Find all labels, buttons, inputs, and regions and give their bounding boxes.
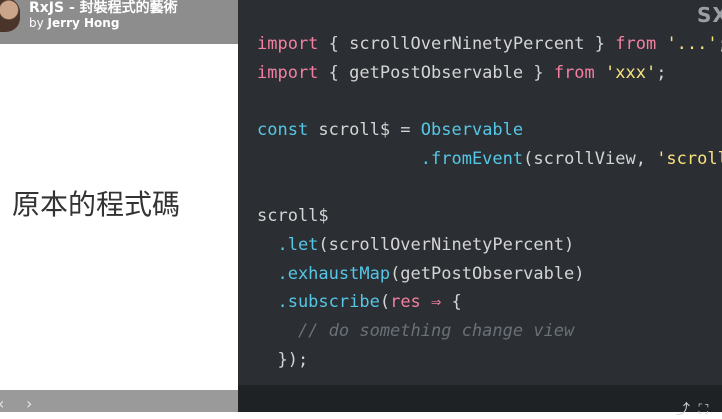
share-icon[interactable]: ⤴ bbox=[676, 402, 690, 418]
code-line-9: .exhaustMap(getPostObservable) bbox=[257, 263, 585, 284]
next-slide-button[interactable]: › bbox=[26, 396, 32, 412]
code-line-4: const scroll$ = Observable bbox=[257, 120, 524, 141]
code-line-11: // do something change view bbox=[257, 321, 575, 342]
prev-slide-button[interactable]: ‹ bbox=[0, 396, 4, 412]
code-line-1: import { scrollOverNinetyPercent } from … bbox=[257, 34, 722, 54]
fullscreen-icon[interactable]: ⛶ bbox=[698, 402, 708, 418]
code-line-12: }); bbox=[257, 349, 309, 370]
player-controls: ⤴ ⛶ bbox=[676, 399, 708, 419]
watermark-logo: SX bbox=[697, 3, 722, 27]
avatar[interactable] bbox=[0, 0, 20, 32]
code-line-7: scroll$ bbox=[257, 206, 329, 227]
code-line-5: .fromEvent(scrollView, 'scroll') bbox=[420, 148, 722, 169]
presentation-title[interactable]: RxJS - 封裝程式的藝術 bbox=[29, 0, 178, 17]
code-line-2: import { getPostObservable } from 'xxx'; bbox=[257, 62, 667, 83]
author-name[interactable]: Jerry Hong bbox=[48, 16, 120, 30]
slide-nav-bar bbox=[0, 390, 238, 412]
code-line-8: .let(scrollOverNinetyPercent) bbox=[257, 234, 575, 255]
header-bar: RxJS - 封裝程式的藝術 by Jerry Hong bbox=[0, 0, 238, 44]
code-line-10: .subscribe(res ⇒ { bbox=[257, 292, 462, 313]
code-block: import { scrollOverNinetyPercent } from … bbox=[257, 30, 722, 374]
slide-heading: 原本的程式碼 bbox=[12, 188, 181, 221]
player-control-bar bbox=[238, 385, 722, 412]
byline: by Jerry Hong bbox=[29, 16, 119, 30]
by-prefix: by bbox=[29, 16, 48, 30]
